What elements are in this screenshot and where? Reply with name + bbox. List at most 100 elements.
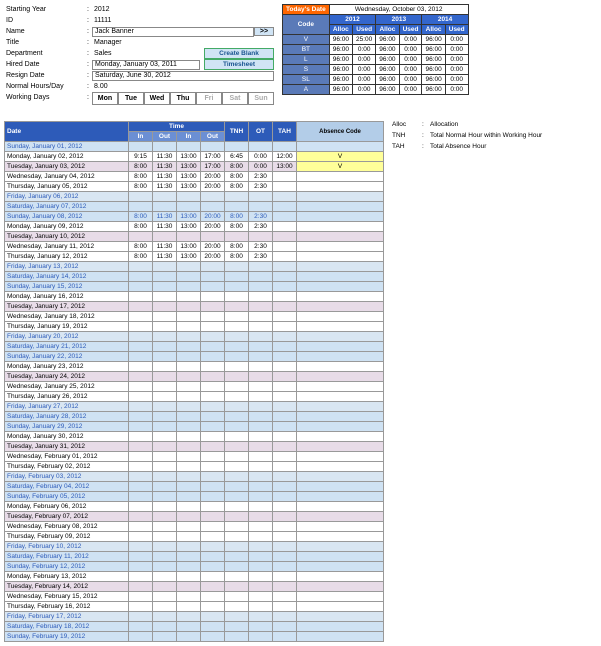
time-cell[interactable] <box>177 302 201 312</box>
time-cell[interactable] <box>177 542 201 552</box>
time-cell[interactable] <box>129 292 153 302</box>
time-cell[interactable] <box>201 552 225 562</box>
time-cell[interactable] <box>201 192 225 202</box>
time-cell[interactable] <box>177 142 201 152</box>
time-cell[interactable] <box>177 232 201 242</box>
absence-cell[interactable] <box>297 282 384 292</box>
time-cell[interactable] <box>177 382 201 392</box>
time-cell[interactable] <box>201 572 225 582</box>
time-cell[interactable] <box>201 412 225 422</box>
absence-cell[interactable] <box>297 462 384 472</box>
time-cell[interactable] <box>153 232 177 242</box>
absence-cell[interactable] <box>297 402 384 412</box>
time-cell[interactable]: 8:00 <box>129 182 153 192</box>
time-cell[interactable]: 13:00 <box>177 162 201 172</box>
time-cell[interactable] <box>177 472 201 482</box>
time-cell[interactable] <box>153 492 177 502</box>
time-cell[interactable] <box>129 262 153 272</box>
time-cell[interactable] <box>153 372 177 382</box>
absence-cell[interactable] <box>297 542 384 552</box>
absence-cell[interactable] <box>297 172 384 182</box>
time-cell[interactable] <box>129 492 153 502</box>
time-cell[interactable] <box>129 562 153 572</box>
day-thu[interactable]: Thu <box>170 92 196 105</box>
time-cell[interactable]: 20:00 <box>201 182 225 192</box>
absence-cell[interactable]: V <box>297 162 384 172</box>
absence-cell[interactable] <box>297 512 384 522</box>
absence-cell[interactable] <box>297 612 384 622</box>
time-cell[interactable] <box>153 262 177 272</box>
time-cell[interactable] <box>129 422 153 432</box>
time-cell[interactable] <box>153 512 177 522</box>
time-cell[interactable] <box>201 492 225 502</box>
time-cell[interactable]: 13:00 <box>177 252 201 262</box>
absence-cell[interactable] <box>297 422 384 432</box>
time-cell[interactable] <box>177 562 201 572</box>
time-cell[interactable] <box>129 532 153 542</box>
time-cell[interactable] <box>153 582 177 592</box>
time-cell[interactable] <box>129 392 153 402</box>
time-cell[interactable] <box>153 532 177 542</box>
time-cell[interactable] <box>129 622 153 632</box>
absence-cell[interactable] <box>297 382 384 392</box>
time-cell[interactable] <box>153 592 177 602</box>
absence-cell[interactable] <box>297 552 384 562</box>
time-cell[interactable]: 8:00 <box>129 222 153 232</box>
absence-cell[interactable]: V <box>297 152 384 162</box>
time-cell[interactable] <box>201 142 225 152</box>
time-cell[interactable] <box>177 622 201 632</box>
time-cell[interactable] <box>201 502 225 512</box>
time-cell[interactable]: 17:00 <box>201 162 225 172</box>
time-cell[interactable] <box>153 452 177 462</box>
day-sun[interactable]: Sun <box>248 92 274 105</box>
time-cell[interactable] <box>201 312 225 322</box>
time-cell[interactable]: 13:00 <box>177 172 201 182</box>
time-cell[interactable] <box>177 362 201 372</box>
time-cell[interactable] <box>201 292 225 302</box>
time-cell[interactable] <box>153 502 177 512</box>
time-cell[interactable] <box>129 272 153 282</box>
absence-cell[interactable] <box>297 232 384 242</box>
time-cell[interactable] <box>177 402 201 412</box>
time-cell[interactable] <box>177 372 201 382</box>
time-cell[interactable] <box>129 202 153 212</box>
time-cell[interactable] <box>177 322 201 332</box>
next-button[interactable]: >> <box>254 27 274 36</box>
time-cell[interactable] <box>129 472 153 482</box>
absence-cell[interactable] <box>297 622 384 632</box>
time-cell[interactable]: 11:30 <box>153 242 177 252</box>
absence-cell[interactable] <box>297 432 384 442</box>
time-cell[interactable] <box>153 382 177 392</box>
time-cell[interactable]: 9:15 <box>129 152 153 162</box>
time-cell[interactable] <box>177 502 201 512</box>
time-cell[interactable] <box>201 372 225 382</box>
time-cell[interactable] <box>153 142 177 152</box>
absence-cell[interactable] <box>297 352 384 362</box>
time-cell[interactable] <box>129 582 153 592</box>
absence-cell[interactable] <box>297 372 384 382</box>
time-cell[interactable] <box>153 292 177 302</box>
time-cell[interactable] <box>177 592 201 602</box>
time-cell[interactable]: 11:30 <box>153 162 177 172</box>
time-cell[interactable] <box>201 392 225 402</box>
time-cell[interactable] <box>153 562 177 572</box>
input-name[interactable]: Jack Banner <box>92 27 254 37</box>
time-cell[interactable] <box>153 412 177 422</box>
time-cell[interactable] <box>153 202 177 212</box>
absence-cell[interactable] <box>297 332 384 342</box>
time-cell[interactable] <box>177 632 201 642</box>
time-cell[interactable]: 20:00 <box>201 252 225 262</box>
time-cell[interactable] <box>201 272 225 282</box>
absence-cell[interactable] <box>297 312 384 322</box>
input-resign[interactable]: Saturday, June 30, 2012 <box>92 71 274 81</box>
time-cell[interactable] <box>129 612 153 622</box>
time-cell[interactable] <box>177 262 201 272</box>
time-cell[interactable] <box>201 542 225 552</box>
absence-cell[interactable] <box>297 492 384 502</box>
time-cell[interactable] <box>153 442 177 452</box>
time-cell[interactable] <box>201 402 225 412</box>
time-cell[interactable] <box>177 422 201 432</box>
time-cell[interactable] <box>129 382 153 392</box>
time-cell[interactable] <box>177 202 201 212</box>
time-cell[interactable] <box>201 232 225 242</box>
